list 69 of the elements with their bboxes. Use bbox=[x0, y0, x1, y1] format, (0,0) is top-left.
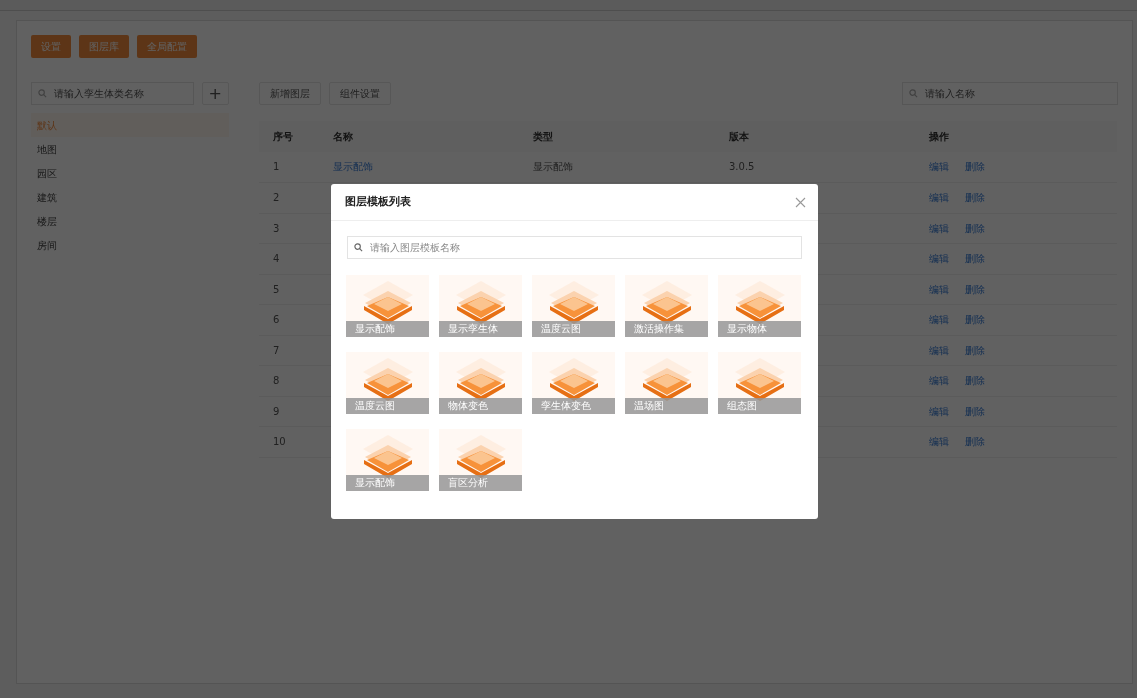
link[interactable]: 删除 bbox=[965, 405, 985, 417]
link[interactable]: 显示配饰 bbox=[333, 161, 373, 172]
card-label: 孪生体变色 bbox=[532, 398, 615, 414]
template-card[interactable]: 温场图 bbox=[625, 352, 708, 414]
template-card[interactable]: 物体变色 bbox=[439, 352, 522, 414]
card-label: 物体变色 bbox=[439, 398, 522, 414]
sidebar-item[interactable]: 房间 bbox=[31, 233, 229, 257]
template-card[interactable]: 显示孪生体 bbox=[439, 275, 522, 337]
link[interactable]: 删除 bbox=[965, 192, 985, 203]
link[interactable]: 删除 bbox=[965, 314, 985, 325]
table-cell: 3.0.5 bbox=[729, 161, 755, 172]
template-card[interactable]: 温度云图 bbox=[346, 352, 429, 414]
link[interactable]: 编辑 bbox=[929, 222, 949, 234]
sidebar-item[interactable]: 默认 bbox=[31, 113, 229, 137]
template-card[interactable]: 激活操作集 bbox=[625, 275, 708, 337]
table-cell: 5 bbox=[273, 283, 280, 295]
card-label: 激活操作集 bbox=[625, 321, 708, 337]
search-icon bbox=[38, 89, 47, 98]
link[interactable]: 删除 bbox=[965, 344, 985, 356]
sidebar-item[interactable]: 地图 bbox=[31, 137, 229, 161]
link[interactable]: 编辑 bbox=[929, 283, 949, 295]
link[interactable]: 编辑 bbox=[929, 375, 949, 386]
add-button[interactable]: + bbox=[201, 82, 229, 105]
card-label: 温场图 bbox=[625, 398, 708, 414]
card-label: 温度云图 bbox=[532, 321, 615, 337]
sidebar-item[interactable]: 楼层 bbox=[31, 209, 229, 233]
table-cell: 10 bbox=[273, 436, 286, 447]
template-card[interactable]: 显示配饰 bbox=[346, 275, 429, 337]
link[interactable]: 删除 bbox=[965, 161, 985, 172]
link[interactable]: 删除 bbox=[965, 222, 985, 234]
table-cell: 6 bbox=[273, 314, 280, 325]
table-cell: 8 bbox=[273, 375, 280, 386]
card-label: 显示配饰 bbox=[346, 321, 429, 337]
card-label: 温度云图 bbox=[346, 398, 429, 414]
link[interactable]: 删除 bbox=[965, 436, 985, 447]
link[interactable]: 删除 bbox=[965, 375, 985, 386]
template-card[interactable]: 盲区分析 bbox=[439, 429, 522, 491]
link[interactable]: 编辑 bbox=[929, 253, 949, 264]
table-cell: 3 bbox=[273, 222, 280, 234]
table-cell: 7 bbox=[273, 344, 280, 356]
search-icon bbox=[909, 89, 918, 98]
table-cell: 1 bbox=[273, 161, 280, 172]
close-icon[interactable] bbox=[795, 196, 806, 208]
link[interactable]: 编辑 bbox=[929, 436, 949, 447]
link[interactable]: 编辑 bbox=[929, 405, 949, 417]
table-cell: 4 bbox=[273, 253, 280, 264]
template-card[interactable]: 孪生体变色 bbox=[532, 352, 615, 414]
dialog-title: 图层模板列表 bbox=[345, 193, 411, 210]
search-icon bbox=[354, 243, 363, 252]
template-card[interactable]: 温度云图 bbox=[532, 275, 615, 337]
template-card[interactable]: 显示物体 bbox=[718, 275, 801, 337]
card-label: 显示物体 bbox=[718, 321, 801, 337]
table-cell: 2 bbox=[273, 192, 280, 203]
card-label: 组态图 bbox=[718, 398, 801, 414]
template-card[interactable]: 组态图 bbox=[718, 352, 801, 414]
template-card[interactable]: 显示配饰 bbox=[346, 429, 429, 491]
link[interactable]: 编辑 bbox=[929, 192, 949, 203]
card-label: 显示孪生体 bbox=[439, 321, 522, 337]
card-label: 显示配饰 bbox=[346, 475, 429, 491]
table-cell: 9 bbox=[273, 405, 280, 417]
link[interactable]: 编辑 bbox=[929, 344, 949, 356]
link[interactable]: 编辑 bbox=[929, 161, 949, 172]
card-label: 盲区分析 bbox=[439, 475, 522, 491]
search-field[interactable]: 请输入图层模板名称 bbox=[347, 236, 802, 259]
link[interactable]: 编辑 bbox=[929, 314, 949, 325]
link[interactable]: 删除 bbox=[965, 253, 985, 264]
sidebar-item[interactable]: 园区 bbox=[31, 161, 229, 185]
sidebar-item[interactable]: 建筑 bbox=[31, 185, 229, 209]
link[interactable]: 删除 bbox=[965, 283, 985, 295]
